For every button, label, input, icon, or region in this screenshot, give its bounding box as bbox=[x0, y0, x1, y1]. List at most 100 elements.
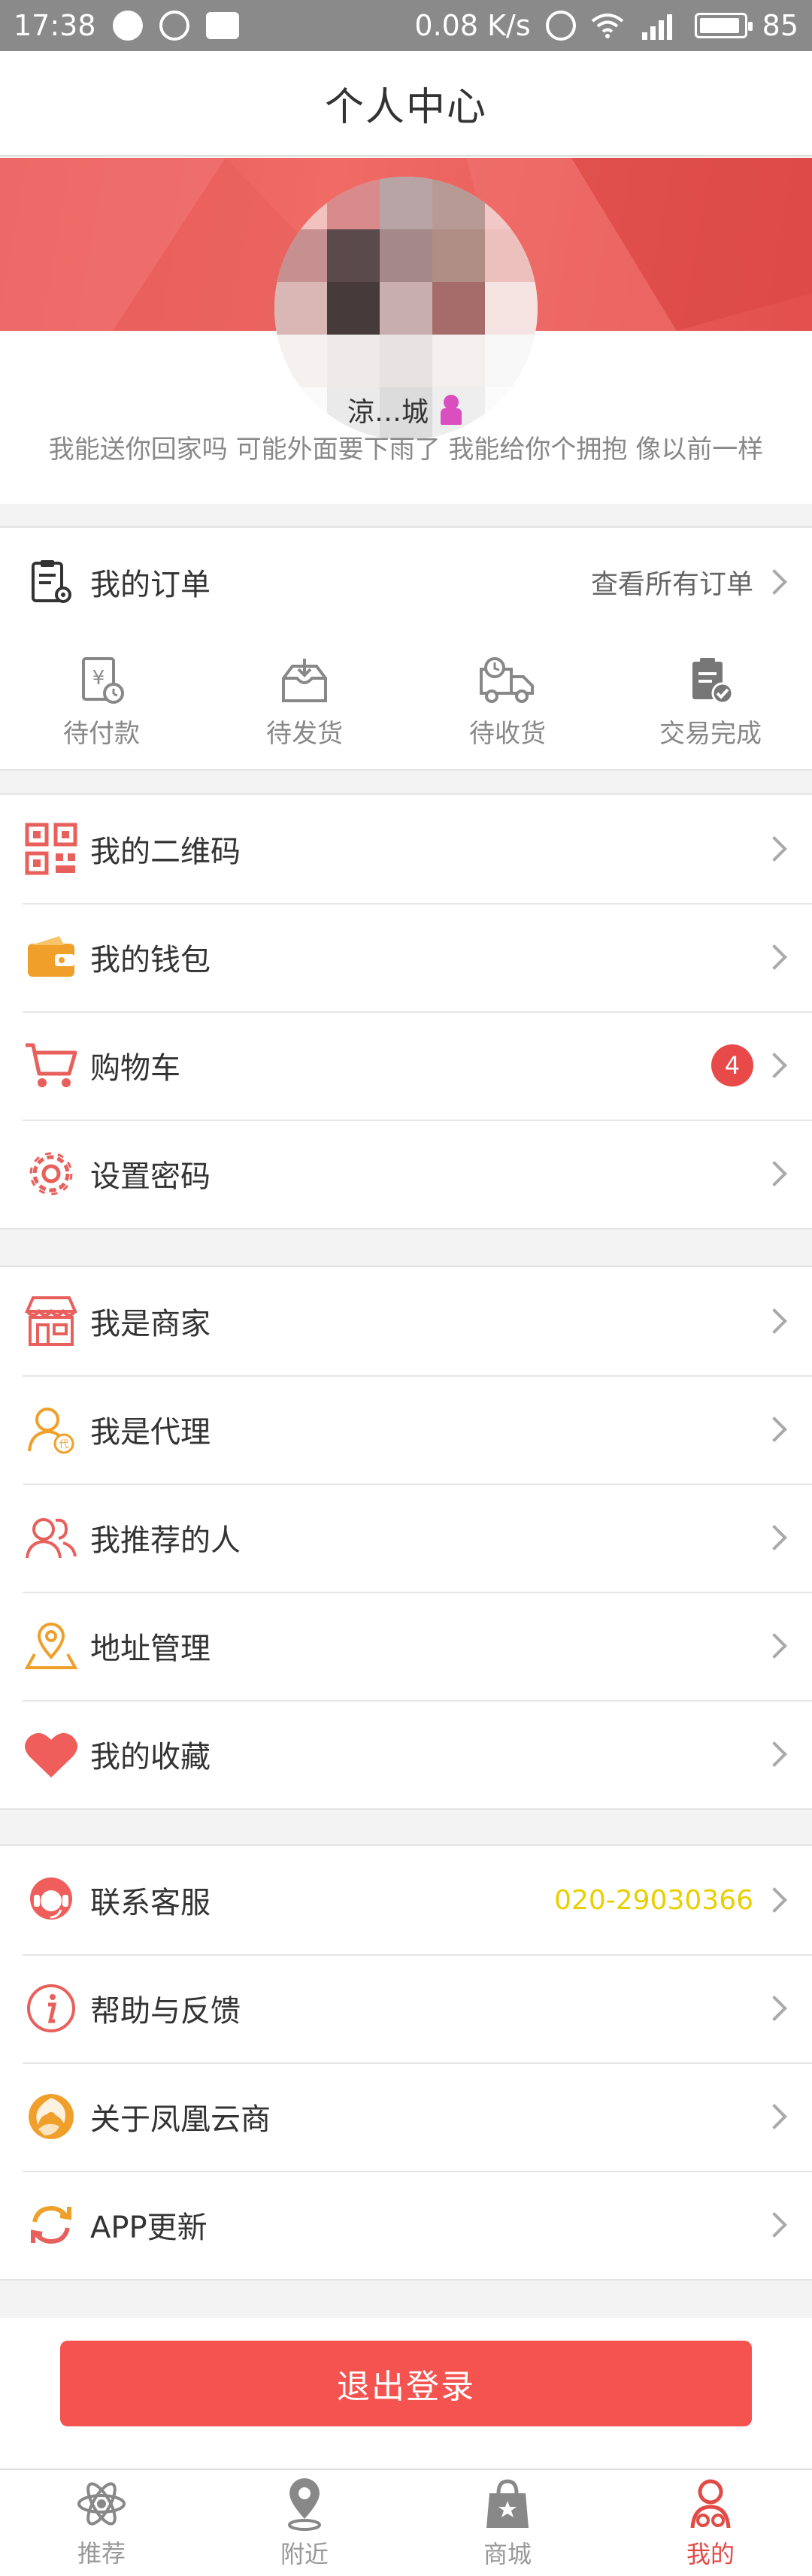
map-pin-icon bbox=[288, 2478, 321, 2531]
tab-mine[interactable]: 我的 bbox=[609, 2470, 812, 2576]
location-icon bbox=[23, 1617, 80, 1674]
to-ship-icon bbox=[282, 658, 327, 702]
chevron-right-icon bbox=[762, 944, 787, 970]
shopping-bag-icon bbox=[486, 2478, 529, 2528]
menu-item-app-update[interactable]: APP更新 bbox=[0, 2171, 812, 2279]
tab-recommend[interactable]: 推荐 bbox=[0, 2470, 203, 2576]
qr-code-icon bbox=[23, 820, 80, 877]
chevron-right-icon bbox=[762, 1996, 787, 2021]
completed-icon bbox=[692, 657, 734, 704]
order-status-label: 待付款 bbox=[63, 718, 140, 749]
orders-section: 我的订单 查看所有订单 bbox=[0, 526, 812, 638]
menu-item-label: 关于凤凰云商 bbox=[90, 2102, 271, 2137]
payment-pending-icon: ¥ bbox=[82, 656, 124, 704]
order-status-bar: ¥ 待付款 待发货 待收货 交易完成 bbox=[0, 635, 812, 771]
menu-item-label: 联系客服 bbox=[90, 1886, 211, 1920]
menu-item-set-password[interactable]: 设置密码 bbox=[0, 1120, 812, 1228]
chevron-right-icon bbox=[762, 1887, 787, 1913]
user-icon bbox=[690, 2479, 731, 2528]
menu-group-3: 联系客服 020-29030366 帮助与反馈 关于凤凰云商 APP更新 bbox=[0, 1844, 812, 2281]
service-phone-number[interactable]: 020-29030366 bbox=[554, 1885, 753, 1916]
heart-icon bbox=[23, 1726, 80, 1783]
menu-item-help-feedback[interactable]: 帮助与反馈 bbox=[0, 1954, 812, 2062]
to-receive-icon bbox=[480, 656, 534, 703]
signal-icon bbox=[641, 14, 672, 40]
header: 个人中心 bbox=[0, 51, 812, 156]
orders-row[interactable]: 我的订单 查看所有订单 bbox=[0, 528, 812, 636]
network-speed: 0.08 K/s bbox=[414, 9, 531, 42]
cart-count-badge: 4 bbox=[711, 1044, 753, 1086]
tab-label: 附近 bbox=[280, 2539, 329, 2568]
status-time: 17:38 bbox=[14, 9, 96, 42]
tab-label: 我的 bbox=[686, 2539, 735, 2568]
tab-mall[interactable]: 商城 bbox=[406, 2470, 609, 2576]
menu-item-label: 我的二维码 bbox=[90, 835, 241, 869]
chevron-right-icon bbox=[762, 1525, 787, 1550]
menu-item-agent[interactable]: 代 我是代理 bbox=[0, 1375, 812, 1483]
tab-label: 推荐 bbox=[77, 2538, 126, 2568]
battery-level: 85 bbox=[762, 9, 798, 42]
menu-item-cart[interactable]: 购物车 4 bbox=[0, 1011, 812, 1120]
female-icon bbox=[438, 395, 465, 425]
nickname-row: 涼…城 bbox=[286, 391, 526, 429]
atom-icon bbox=[77, 2481, 126, 2526]
chevron-right-icon bbox=[762, 1633, 787, 1659]
order-status-to-receive[interactable]: 待收货 bbox=[406, 635, 609, 769]
logout-button[interactable]: 退出登录 bbox=[60, 2341, 752, 2426]
menu-item-about[interactable]: 关于凤凰云商 bbox=[0, 2062, 812, 2171]
chevron-right-icon bbox=[762, 2212, 787, 2238]
page-title: 个人中心 bbox=[324, 84, 487, 130]
menu-item-label: APP更新 bbox=[90, 2211, 208, 2245]
image-notification-icon bbox=[205, 12, 239, 39]
menu-item-label: 帮助与反馈 bbox=[90, 1994, 241, 2029]
order-status-label: 待发货 bbox=[266, 718, 343, 749]
menu-item-address[interactable]: 地址管理 bbox=[0, 1592, 812, 1700]
tab-nearby[interactable]: 附近 bbox=[203, 2470, 406, 2576]
wifi-icon bbox=[591, 14, 623, 38]
referrals-icon bbox=[23, 1509, 80, 1566]
info-icon bbox=[23, 1980, 80, 2037]
menu-item-label: 我的收藏 bbox=[90, 1740, 211, 1774]
chevron-right-icon bbox=[762, 2104, 787, 2129]
menu-item-label: 我是代理 bbox=[90, 1415, 211, 1450]
alarm-icon bbox=[545, 11, 576, 41]
nickname: 涼…城 bbox=[347, 397, 429, 428]
wallet-icon bbox=[23, 929, 80, 986]
menu-item-wallet[interactable]: 我的钱包 bbox=[0, 903, 812, 1011]
app-notification-icon bbox=[159, 11, 189, 41]
chevron-right-icon bbox=[762, 1308, 787, 1334]
view-all-orders-link[interactable]: 查看所有订单 bbox=[591, 562, 753, 602]
chevron-right-icon bbox=[762, 569, 787, 595]
menu-item-referrals[interactable]: 我推荐的人 bbox=[0, 1483, 812, 1592]
order-status-pending-payment[interactable]: ¥ 待付款 bbox=[0, 635, 203, 769]
menu-item-label: 设置密码 bbox=[90, 1159, 211, 1194]
gear-icon bbox=[23, 1145, 80, 1202]
tab-label: 商城 bbox=[483, 2539, 532, 2568]
menu-item-favorites[interactable]: 我的收藏 bbox=[0, 1700, 812, 1808]
menu-item-label: 我是商家 bbox=[90, 1307, 211, 1341]
menu-item-qr-code[interactable]: 我的二维码 bbox=[0, 795, 812, 903]
order-status-completed[interactable]: 交易完成 bbox=[609, 635, 812, 769]
signature: 我能送你回家吗 可能外面要下雨了 我能给你个拥抱 像以前一样 bbox=[48, 435, 764, 465]
menu-item-label: 我的钱包 bbox=[90, 943, 211, 977]
chevron-right-icon bbox=[762, 1417, 787, 1442]
headset-icon bbox=[23, 1871, 80, 1929]
status-bar: 17:38 0.08 K/s 85 bbox=[0, 0, 812, 51]
order-status-to-ship[interactable]: 待发货 bbox=[203, 635, 406, 769]
menu-item-label: 地址管理 bbox=[90, 1632, 211, 1666]
svg-text:代: 代 bbox=[59, 1439, 68, 1450]
menu-item-merchant[interactable]: 我是商家 bbox=[0, 1267, 812, 1375]
chevron-right-icon bbox=[762, 1741, 787, 1767]
svg-text:¥: ¥ bbox=[92, 667, 105, 689]
logout-area: 退出登录 bbox=[0, 2318, 812, 2468]
phoenix-logo-icon bbox=[23, 2088, 80, 2145]
menu-item-label: 我推荐的人 bbox=[90, 1523, 241, 1558]
battery-icon bbox=[694, 13, 753, 38]
orders-label: 我的订单 bbox=[90, 568, 211, 602]
menu-item-label: 购物车 bbox=[90, 1051, 180, 1086]
menu-item-customer-service[interactable]: 联系客服 020-29030366 bbox=[0, 1846, 812, 1954]
store-icon bbox=[23, 1293, 80, 1350]
chevron-right-icon bbox=[762, 1161, 787, 1186]
agent-icon: 代 bbox=[23, 1401, 80, 1458]
menu-group-2: 我是商家 代 我是代理 我推荐的人 地址管理 我的收藏 bbox=[0, 1265, 812, 1810]
